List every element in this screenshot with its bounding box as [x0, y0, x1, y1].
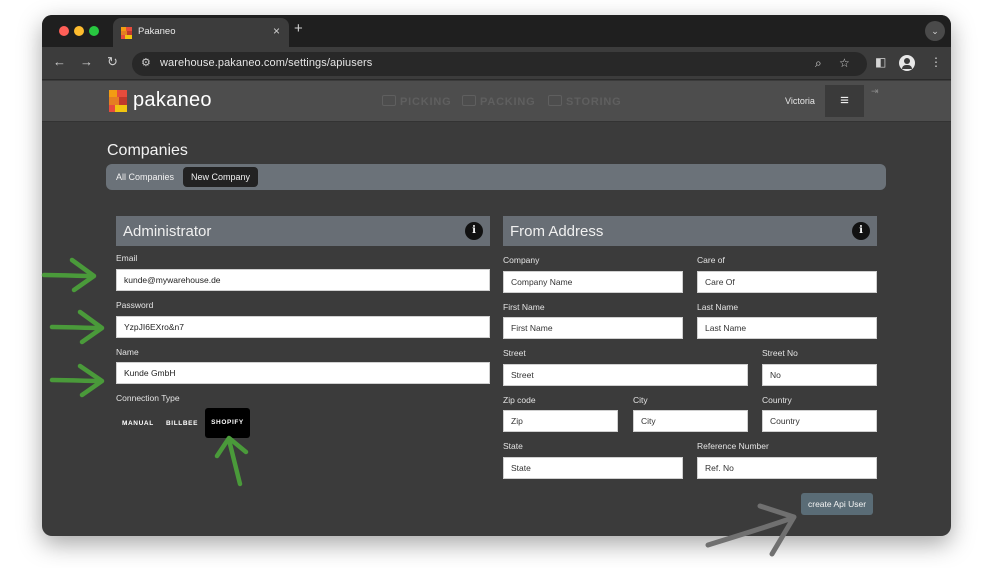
from-address-title: From Address — [510, 223, 604, 240]
site-settings-icon[interactable]: ⚙ — [141, 56, 151, 69]
bookmark-star-icon[interactable]: ☆ — [839, 56, 850, 70]
box-icon — [462, 95, 476, 106]
basket-icon — [382, 95, 396, 106]
tab-new-company[interactable]: New Company — [183, 167, 259, 187]
zoom-window-button[interactable] — [89, 26, 99, 36]
pakaneo-logo-icon — [109, 90, 127, 112]
side-panel-icon[interactable]: ◧ — [875, 55, 886, 69]
care-of-label: Care of — [697, 255, 725, 265]
nav-packing[interactable]: PACKING — [462, 95, 536, 108]
new-tab-button[interactable]: + — [294, 20, 303, 37]
care-of-input[interactable]: Care Of — [697, 271, 877, 293]
administrator-header: Administrator i — [116, 216, 490, 246]
url-text[interactable]: warehouse.pakaneo.com/settings/apiusers — [160, 57, 372, 69]
city-input[interactable]: City — [633, 410, 748, 432]
browser-toolbar: ← → ↻ ⚙ warehouse.pakaneo.com/settings/a… — [42, 47, 951, 80]
password-field[interactable]: YzpJI6EXro&n7 — [116, 316, 490, 338]
administrator-title: Administrator — [123, 223, 212, 240]
connection-shopify-option[interactable]: SHOPIFY — [205, 408, 250, 438]
connection-billbee-option[interactable]: BILLBEE — [166, 420, 198, 427]
street-input[interactable]: Street — [503, 364, 748, 386]
browser-menu-icon[interactable]: ⋮ — [930, 55, 942, 69]
page-title: Companies — [107, 142, 188, 159]
create-api-user-button[interactable]: create Api User — [801, 493, 874, 515]
reload-icon[interactable]: ↻ — [107, 54, 118, 70]
state-label: State — [503, 441, 523, 451]
connection-type-label: Connection Type — [116, 393, 180, 403]
administrator-info-icon[interactable]: i — [465, 222, 483, 240]
forward-arrow-icon[interactable]: → — [80, 54, 93, 69]
name-field[interactable]: Kunde GmbH — [116, 362, 490, 384]
browser-window: Pakaneo × + ⌄ ← → ↻ ⚙ warehouse.pakaneo.… — [42, 15, 951, 536]
city-label: City — [633, 395, 648, 405]
first-name-label: First Name — [503, 302, 545, 312]
reference-number-input[interactable]: Ref. No — [697, 457, 877, 479]
tab-title: Pakaneo — [138, 26, 176, 37]
browser-tab[interactable]: Pakaneo × — [113, 18, 289, 47]
app-logo-text[interactable]: pakaneo — [133, 89, 212, 112]
tab-all-companies[interactable]: All Companies — [108, 167, 182, 187]
shelf-icon — [548, 95, 562, 106]
logout-icon[interactable]: ⇥ — [871, 86, 879, 97]
back-arrow-icon[interactable]: ← — [53, 54, 66, 69]
tab-search-button[interactable]: ⌄ — [925, 21, 945, 41]
tab-strip: Pakaneo × + ⌄ — [42, 15, 951, 47]
street-label: Street — [503, 348, 526, 358]
first-name-input[interactable]: First Name — [503, 317, 683, 339]
screenshot-stage: Pakaneo × + ⌄ ← → ↻ ⚙ warehouse.pakaneo.… — [0, 0, 992, 568]
nav-picking-label: PICKING — [400, 96, 452, 108]
name-label: Name — [116, 347, 139, 357]
nav-storing-label: STORING — [566, 96, 622, 108]
nav-packing-label: PACKING — [480, 96, 536, 108]
reference-number-label: Reference Number — [697, 441, 769, 451]
nav-picking[interactable]: PICKING — [382, 95, 451, 108]
address-bar[interactable]: ⚙ warehouse.pakaneo.com/settings/apiuser… — [132, 52, 867, 76]
country-input[interactable]: Country — [762, 410, 877, 432]
nav-storing[interactable]: STORING — [548, 95, 622, 108]
tab-close-icon[interactable]: × — [273, 24, 280, 38]
password-label: Password — [116, 300, 154, 310]
connection-manual-option[interactable]: MANUAL — [122, 420, 154, 427]
last-name-label: Last Name — [697, 302, 739, 312]
minimize-window-button[interactable] — [74, 26, 84, 36]
email-label: Email — [116, 253, 138, 263]
zoom-icon[interactable]: ⌕ — [815, 56, 822, 71]
email-field[interactable]: kunde@mywarehouse.de — [116, 269, 490, 291]
country-label: Country — [762, 395, 792, 405]
from-address-header: From Address i — [503, 216, 877, 246]
state-input[interactable]: State — [503, 457, 683, 479]
street-no-label: Street No — [762, 348, 798, 358]
last-name-input[interactable]: Last Name — [697, 317, 877, 339]
from-address-info-icon[interactable]: i — [852, 222, 870, 240]
profile-avatar-icon[interactable] — [899, 55, 915, 71]
street-no-input[interactable]: No — [762, 364, 877, 386]
app-header: pakaneo PICKING PACKING STORING Victoria… — [42, 81, 951, 122]
company-input[interactable]: Company Name — [503, 271, 683, 293]
company-label: Company — [503, 255, 540, 265]
user-name[interactable]: Victoria — [785, 96, 815, 106]
close-window-button[interactable] — [59, 26, 69, 36]
zip-label: Zip code — [503, 395, 536, 405]
pakaneo-favicon-icon — [121, 27, 132, 39]
zip-input[interactable]: Zip — [503, 410, 618, 432]
companies-tab-bar: All Companies New Company — [106, 164, 886, 190]
hamburger-menu-button[interactable]: ≡ — [825, 85, 864, 117]
